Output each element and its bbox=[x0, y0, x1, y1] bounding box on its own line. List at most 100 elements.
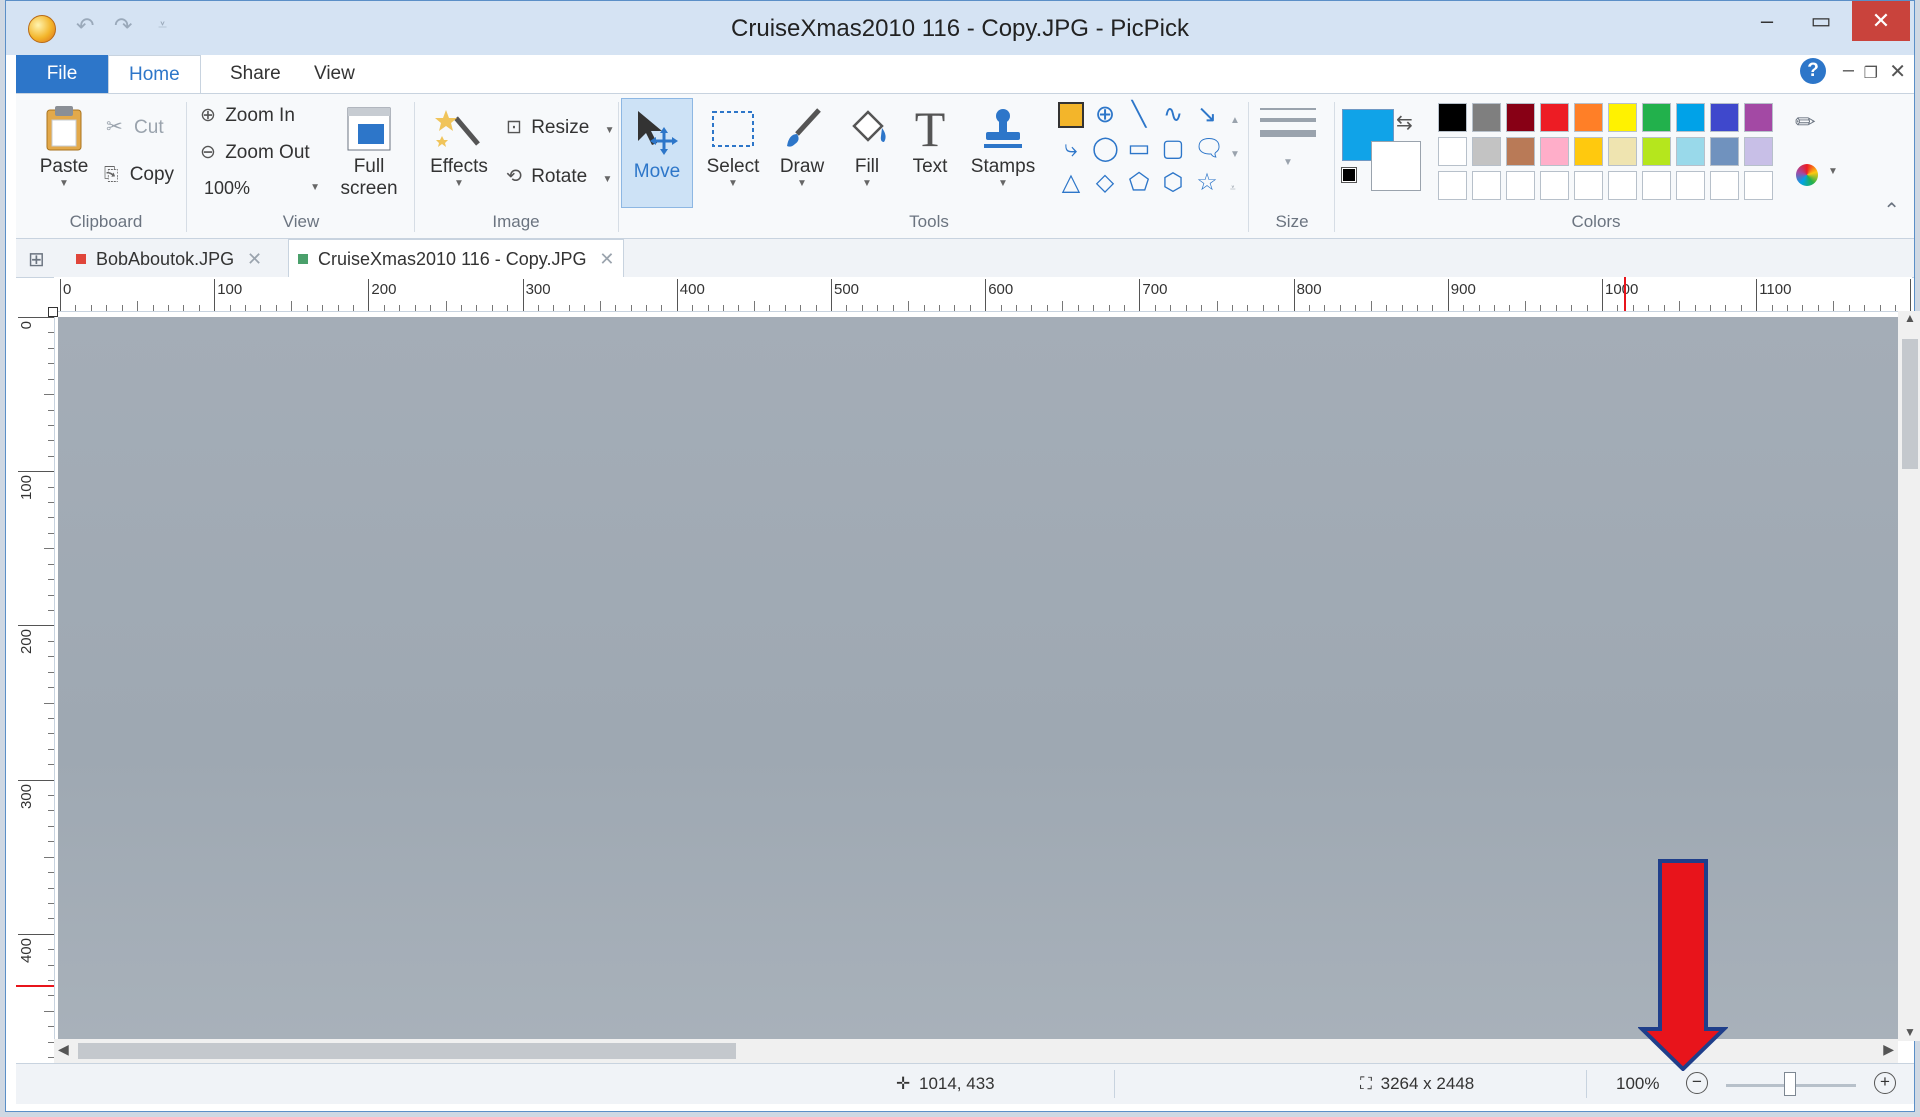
diamond-shape-icon[interactable]: ◇ bbox=[1092, 170, 1118, 196]
window-close-button[interactable]: ✕ bbox=[1852, 1, 1910, 41]
paste-dropdown-icon[interactable]: ▼ bbox=[36, 178, 92, 189]
horizontal-scroll-thumb[interactable] bbox=[78, 1043, 736, 1059]
scroll-right-icon[interactable]: ▶ bbox=[1883, 1041, 1894, 1058]
reset-colors-icon[interactable] bbox=[1341, 167, 1357, 183]
star-shape-icon[interactable]: ☆ bbox=[1194, 170, 1220, 196]
palette-swatch[interactable] bbox=[1506, 103, 1535, 132]
palette-swatch[interactable] bbox=[1676, 103, 1705, 132]
zoom-in-button[interactable]: ⊕ Zoom In bbox=[200, 104, 295, 127]
shapes-scroll-icons[interactable]: ▲ ▼ ⩡ bbox=[1230, 104, 1240, 206]
triangle-shape-icon[interactable]: △ bbox=[1058, 170, 1084, 196]
palette-swatch[interactable] bbox=[1744, 103, 1773, 132]
palette-swatch[interactable] bbox=[1506, 171, 1535, 200]
palette-swatch[interactable] bbox=[1574, 103, 1603, 132]
palette-swatch[interactable] bbox=[1710, 171, 1739, 200]
text-tool-button[interactable]: T Text bbox=[902, 104, 958, 178]
background-color-swatch[interactable] bbox=[1371, 141, 1421, 191]
ribbon-close-icon[interactable]: ✕ bbox=[1889, 59, 1906, 84]
palette-swatch[interactable] bbox=[1608, 103, 1637, 132]
horizontal-scrollbar[interactable]: ◀ ▶ bbox=[54, 1039, 1898, 1063]
line-shape-icon[interactable]: ╲ bbox=[1126, 102, 1152, 128]
palette-swatch[interactable] bbox=[1438, 171, 1467, 200]
eyedropper-icon[interactable]: ✎ bbox=[1789, 105, 1824, 140]
fill-tool-button[interactable]: Fill ▼ bbox=[838, 106, 896, 189]
copy-button[interactable]: ⎘ Copy bbox=[104, 164, 174, 186]
crosshair-shape-icon[interactable]: ⊕ bbox=[1092, 102, 1118, 128]
tab-file[interactable]: File bbox=[16, 55, 108, 93]
select-tool-button[interactable]: Select ▼ bbox=[700, 106, 766, 189]
zoom-out-icon[interactable]: − bbox=[1686, 1072, 1708, 1094]
paste-button[interactable]: Paste ▼ bbox=[36, 104, 92, 189]
pentagon-shape-icon[interactable]: ⬠ bbox=[1126, 170, 1152, 196]
palette-swatch[interactable] bbox=[1710, 137, 1739, 166]
draw-tool-button[interactable]: Draw ▼ bbox=[772, 106, 832, 189]
color-wheel-dropdown-icon[interactable]: ▼ bbox=[1828, 166, 1838, 177]
ruler-origin-marker[interactable] bbox=[48, 307, 58, 317]
scroll-left-icon[interactable]: ◀ bbox=[58, 1041, 69, 1058]
palette-swatch[interactable] bbox=[1506, 137, 1535, 166]
select-dropdown-icon[interactable]: ▼ bbox=[700, 178, 766, 189]
move-tool-button[interactable]: Move bbox=[621, 98, 693, 208]
curve-shape-icon[interactable]: ∿ bbox=[1160, 102, 1186, 128]
palette-swatch[interactable] bbox=[1642, 103, 1671, 132]
freeform-shape-icon[interactable]: ⤷ bbox=[1058, 136, 1084, 162]
rectangle-shape-icon[interactable]: ▭ bbox=[1126, 136, 1152, 162]
zoom-select[interactable]: 100% ▼ bbox=[204, 178, 320, 199]
palette-swatch[interactable] bbox=[1540, 171, 1569, 200]
stamps-tool-button[interactable]: Stamps ▼ bbox=[968, 106, 1038, 189]
zoom-slider-thumb[interactable] bbox=[1784, 1072, 1796, 1096]
close-tab-icon[interactable]: ✕ bbox=[599, 243, 614, 275]
palette-swatch[interactable] bbox=[1642, 171, 1671, 200]
speech-bubble-shape-icon[interactable]: 🗨 bbox=[1194, 136, 1224, 162]
doc-tab-bobaboutok[interactable]: BobAboutok.JPG ✕ bbox=[74, 243, 262, 275]
ribbon-minimize-icon[interactable]: – bbox=[1843, 59, 1854, 82]
palette-swatch[interactable] bbox=[1540, 103, 1569, 132]
scroll-up-icon[interactable]: ▲ bbox=[1898, 311, 1920, 325]
ellipse-shape-icon[interactable]: ◯ bbox=[1092, 136, 1119, 162]
vertical-scroll-thumb[interactable] bbox=[1902, 339, 1918, 469]
rounded-rectangle-shape-icon[interactable]: ▢ bbox=[1160, 136, 1186, 162]
full-screen-button[interactable]: Full screen bbox=[334, 106, 404, 200]
palette-swatch[interactable] bbox=[1472, 103, 1501, 132]
resize-button[interactable]: ⊡ Resize ▼ bbox=[506, 116, 614, 139]
window-minimize-button[interactable]: – bbox=[1740, 1, 1794, 41]
zoom-in-icon[interactable]: + bbox=[1874, 1072, 1896, 1094]
palette-swatch[interactable] bbox=[1608, 137, 1637, 166]
palette-swatch[interactable] bbox=[1574, 137, 1603, 166]
palette-swatch[interactable] bbox=[1744, 137, 1773, 166]
hexagon-shape-icon[interactable]: ⬡ bbox=[1160, 170, 1186, 196]
color-wheel-icon[interactable] bbox=[1796, 164, 1818, 186]
doc-tab-cruisexmas[interactable]: CruiseXmas2010 116 - Copy.JPG ✕ bbox=[296, 243, 614, 275]
grid-view-icon[interactable]: ⊞ bbox=[28, 247, 45, 272]
rectangle-select-shape-icon[interactable] bbox=[1058, 102, 1084, 128]
zoom-out-button[interactable]: ⊖ Zoom Out bbox=[200, 141, 310, 164]
palette-swatch[interactable] bbox=[1438, 137, 1467, 166]
palette-swatch[interactable] bbox=[1438, 103, 1467, 132]
palette-swatch[interactable] bbox=[1676, 171, 1705, 200]
close-tab-icon[interactable]: ✕ bbox=[247, 243, 262, 275]
window-maximize-button[interactable]: ▭ bbox=[1794, 1, 1848, 41]
help-icon[interactable]: ? bbox=[1800, 58, 1826, 84]
palette-swatch[interactable] bbox=[1710, 103, 1739, 132]
palette-swatch[interactable] bbox=[1608, 171, 1637, 200]
effects-button[interactable]: Effects ▼ bbox=[422, 106, 496, 189]
effects-dropdown-icon[interactable]: ▼ bbox=[422, 178, 496, 189]
image-canvas[interactable] bbox=[58, 317, 1898, 1039]
swap-colors-icon[interactable]: ⇆ bbox=[1396, 110, 1413, 135]
tab-view[interactable]: View bbox=[294, 55, 375, 93]
line-size-selector[interactable]: ▼ bbox=[1260, 108, 1316, 168]
fill-dropdown-icon[interactable]: ▼ bbox=[838, 178, 896, 189]
palette-swatch[interactable] bbox=[1472, 171, 1501, 200]
cut-button[interactable]: ✂ Cut bbox=[106, 114, 164, 139]
arrow-line-shape-icon[interactable]: ↘ bbox=[1194, 102, 1220, 128]
tab-home[interactable]: Home bbox=[108, 55, 201, 94]
draw-dropdown-icon[interactable]: ▼ bbox=[772, 178, 832, 189]
palette-swatch[interactable] bbox=[1472, 137, 1501, 166]
ribbon-collapse-icon[interactable]: ⌃ bbox=[1883, 198, 1900, 223]
stamps-dropdown-icon[interactable]: ▼ bbox=[968, 178, 1038, 189]
palette-swatch[interactable] bbox=[1574, 171, 1603, 200]
rotate-button[interactable]: ⟲ Rotate ▼ bbox=[506, 165, 612, 188]
palette-swatch[interactable] bbox=[1744, 171, 1773, 200]
scroll-down-icon[interactable]: ▼ bbox=[1898, 1025, 1920, 1039]
palette-swatch[interactable] bbox=[1676, 137, 1705, 166]
